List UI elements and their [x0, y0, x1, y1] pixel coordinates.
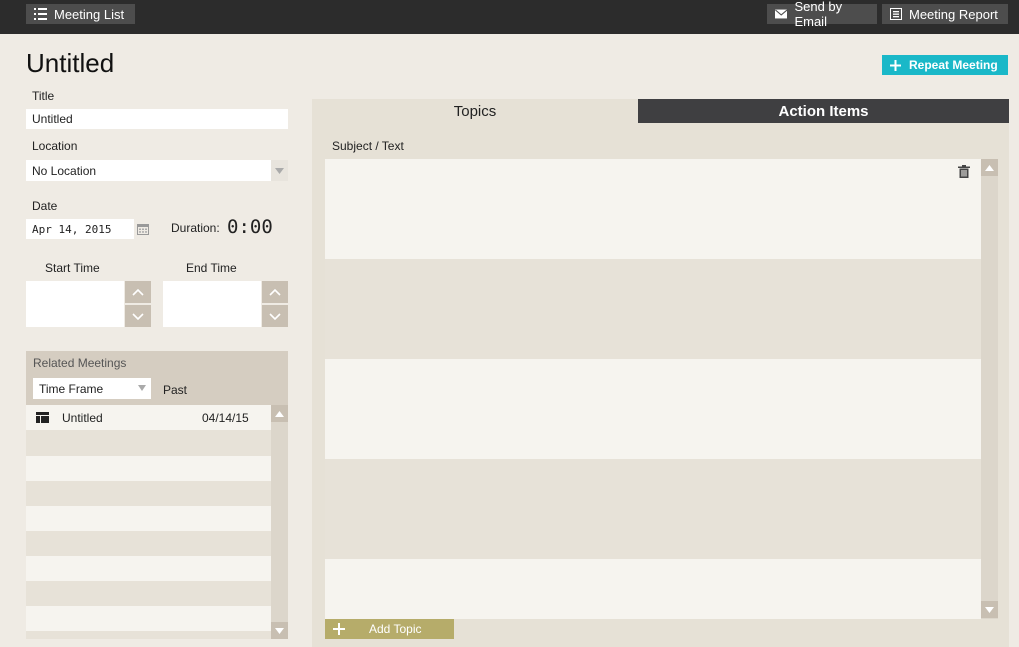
table-row — [26, 456, 271, 481]
meeting-list-label: Meeting List — [54, 6, 125, 22]
list-icon — [34, 8, 47, 20]
chevron-down-icon — [138, 385, 146, 391]
repeat-meeting-label: Repeat Meeting — [909, 58, 998, 72]
table-row — [26, 481, 271, 506]
table-row — [26, 430, 271, 456]
table-row — [26, 606, 271, 631]
chevron-down-icon — [269, 312, 281, 320]
meeting-icon — [36, 412, 49, 423]
start-time-label: Start Time — [45, 261, 100, 275]
meeting-report-label: Meeting Report — [909, 6, 998, 22]
time-frame-select[interactable]: Time Frame — [33, 378, 151, 399]
start-time-down-button[interactable] — [125, 305, 151, 327]
topics-scroll-down-button[interactable] — [981, 601, 998, 618]
arrow-up-icon — [985, 164, 994, 171]
related-meeting-name: Untitled — [62, 411, 103, 425]
tab-topics[interactable]: Topics — [312, 99, 638, 123]
meeting-report-button[interactable]: Meeting Report — [882, 4, 1008, 24]
start-time-input[interactable] — [26, 281, 124, 327]
arrow-up-icon — [275, 410, 284, 417]
topic-row[interactable] — [325, 359, 981, 459]
table-row — [26, 631, 271, 639]
title-input-value: Untitled — [32, 112, 73, 126]
plus-icon — [890, 59, 901, 71]
chevron-up-icon — [132, 288, 144, 296]
page-title: Untitled — [26, 48, 115, 78]
location-label: Location — [32, 139, 78, 153]
send-email-label: Send by Email — [794, 0, 843, 29]
start-time-up-button[interactable] — [125, 281, 151, 303]
repeat-meeting-button[interactable]: Repeat Meeting — [882, 55, 1008, 75]
end-time-up-button[interactable] — [262, 281, 288, 303]
topic-row[interactable] — [325, 459, 981, 559]
chevron-down-icon — [132, 312, 144, 320]
end-time-label: End Time — [186, 261, 237, 275]
related-scrollbar[interactable] — [271, 405, 288, 639]
scroll-up-button[interactable] — [271, 405, 288, 422]
plus-icon — [333, 623, 345, 635]
tab-action-items-label: Action Items — [778, 102, 869, 120]
send-email-button[interactable]: Send by Email — [767, 0, 877, 29]
chevron-up-icon — [269, 288, 281, 296]
add-topic-button[interactable]: Add Topic — [325, 619, 454, 639]
envelope-icon — [775, 9, 788, 19]
topic-row[interactable] — [325, 559, 981, 619]
table-row — [26, 506, 271, 531]
date-input[interactable]: Apr 14, 2015 — [26, 219, 134, 239]
tab-topics-label: Topics — [453, 102, 497, 120]
list-item[interactable]: Untitled 04/14/15 — [26, 405, 271, 430]
date-label: Date — [32, 199, 58, 213]
duration-value: 0:00 — [227, 216, 273, 238]
report-icon — [890, 8, 902, 20]
add-topic-label: Add Topic — [369, 622, 422, 636]
meeting-list-button[interactable]: Meeting List — [26, 4, 135, 24]
title-input[interactable]: Untitled — [26, 109, 288, 129]
topic-row[interactable] — [325, 259, 981, 359]
tab-action-items[interactable]: Action Items — [638, 99, 1009, 123]
arrow-down-icon — [985, 606, 994, 613]
location-select[interactable]: No Location — [26, 160, 288, 181]
date-input-value: Apr 14, 2015 — [32, 222, 112, 236]
topics-scroll-up-button[interactable] — [981, 159, 998, 176]
time-frame-value: Past — [163, 383, 188, 397]
end-time-down-button[interactable] — [262, 305, 288, 327]
related-meetings-heading: Related Meetings — [33, 356, 127, 370]
topics-scrollbar[interactable] — [981, 159, 998, 619]
trash-icon[interactable] — [958, 165, 970, 178]
title-label: Title — [32, 89, 55, 103]
table-row — [26, 581, 271, 606]
location-select-value: No Location — [32, 163, 97, 178]
scroll-down-button[interactable] — [271, 622, 288, 639]
arrow-down-icon — [275, 627, 284, 634]
table-row — [26, 556, 271, 581]
related-meeting-date: 04/14/15 — [202, 411, 249, 425]
chevron-down-icon — [271, 160, 288, 181]
subject-column-header: Subject / Text — [332, 139, 404, 153]
table-row — [26, 531, 271, 556]
time-frame-label: Time Frame — [39, 381, 104, 396]
duration-label: Duration: — [171, 221, 220, 235]
end-time-input[interactable] — [163, 281, 261, 327]
topic-row[interactable] — [325, 159, 981, 259]
calendar-icon[interactable] — [134, 219, 151, 239]
